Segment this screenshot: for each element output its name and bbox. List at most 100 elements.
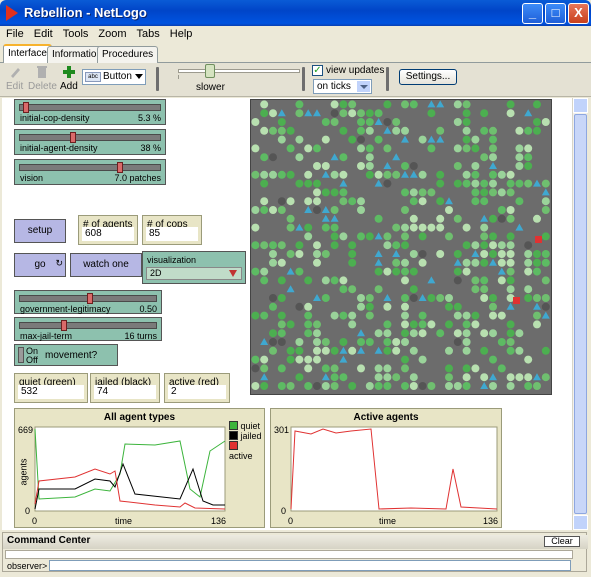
cop-agent: [286, 285, 295, 293]
quiet-agent: [445, 346, 453, 355]
jailed-agent: [269, 153, 277, 162]
quiet-agent: [277, 126, 286, 135]
cop-agent: [480, 214, 489, 222]
add-tool[interactable]: Add: [60, 65, 78, 92]
chooser-value: 2D: [146, 267, 242, 280]
quiet-agent: [462, 258, 471, 267]
quiet-agent: [462, 135, 471, 144]
quiet-agent: [330, 118, 339, 126]
scroll-down-button[interactable]: [573, 515, 588, 530]
monitor-value: 2: [168, 385, 226, 399]
slider-thumb[interactable]: [23, 102, 29, 113]
setup-button[interactable]: setup: [14, 219, 66, 243]
slider-thumb[interactable]: [87, 293, 93, 304]
widget-type-select[interactable]: abc Button: [82, 69, 146, 85]
tab-interface[interactable]: Interface: [3, 44, 52, 64]
plot-ymin: 0: [25, 506, 31, 516]
menu-tools[interactable]: Tools: [57, 26, 93, 40]
quiet-agent: [480, 329, 489, 338]
slider-initial-cop-density[interactable]: initial-cop-density 5.3 %: [14, 99, 166, 125]
slider-thumb[interactable]: [70, 132, 76, 143]
view-updates-checkbox[interactable]: ✓: [312, 65, 323, 76]
menu-file[interactable]: File: [0, 26, 28, 40]
quiet-agent: [533, 320, 541, 329]
quiet-agent: [409, 188, 418, 197]
quiet-agent: [541, 294, 550, 302]
switch-toggle[interactable]: [18, 347, 24, 363]
delete-tool[interactable]: Delete: [28, 65, 57, 92]
visualization-chooser[interactable]: visualization 2D: [142, 251, 246, 284]
quiet-agent: [374, 364, 383, 373]
cop-agent: [304, 109, 313, 117]
menu-tabs[interactable]: Tabs: [131, 26, 164, 40]
cop-agent: [277, 109, 286, 117]
tab-procedures[interactable]: Procedures: [97, 46, 159, 63]
speed-slider-thumb[interactable]: [205, 64, 215, 78]
quiet-agent: [374, 170, 383, 179]
quiet-agent: [533, 267, 541, 276]
slider-government-legitimacy[interactable]: government-legitimacy 0.50: [14, 290, 162, 314]
quiet-agent: [330, 206, 339, 214]
menu-help[interactable]: Help: [164, 26, 197, 40]
quiet-agent: [471, 276, 480, 285]
slider-initial-agent-density[interactable]: initial-agent-density 38 %: [14, 129, 166, 155]
observer-prompt[interactable]: observer>: [7, 561, 47, 571]
quiet-agent: [304, 382, 313, 390]
slider-max-jail-term[interactable]: max-jail-term 16 turns: [14, 317, 162, 341]
quiet-agent: [524, 373, 533, 382]
quiet-agent: [401, 241, 409, 250]
movement-switch[interactable]: On Off movement?: [14, 344, 118, 366]
quiet-agent: [506, 320, 515, 329]
maximize-button[interactable]: □: [545, 3, 566, 24]
quiet-agent: [409, 373, 418, 382]
quiet-agent: [524, 294, 533, 302]
slider-thumb[interactable]: [61, 320, 67, 331]
quiet-agent: [401, 188, 409, 197]
menu-edit[interactable]: Edit: [28, 26, 57, 40]
quiet-agent: [383, 100, 392, 109]
quiet-agent: [436, 179, 445, 188]
clear-button[interactable]: Clear: [544, 536, 580, 547]
quiet-agent: [365, 144, 374, 153]
menu-zoom[interactable]: Zoom: [92, 26, 130, 40]
watch-one-button[interactable]: watch one: [70, 253, 142, 277]
close-button[interactable]: X: [568, 3, 589, 24]
quiet-agent: [497, 188, 506, 197]
quiet-agent: [348, 135, 357, 144]
quiet-agent: [330, 311, 339, 320]
cop-agent: [383, 294, 392, 301]
quiet-agent: [506, 214, 515, 223]
world-view[interactable]: [250, 99, 552, 395]
quiet-agent: [339, 170, 348, 179]
minimize-button[interactable]: _: [522, 3, 543, 24]
cop-agent: [392, 250, 401, 257]
quiet-agent: [462, 311, 471, 320]
quiet-agent: [409, 382, 418, 390]
update-mode-select[interactable]: on ticks: [313, 79, 372, 94]
quiet-agent: [304, 320, 313, 329]
go-button[interactable]: go ↻: [14, 253, 66, 277]
vertical-scrollbar[interactable]: [572, 98, 588, 530]
command-input[interactable]: [49, 560, 571, 571]
quiet-agent: [286, 214, 295, 223]
menu-bar: File Edit Tools Zoom Tabs Help: [0, 26, 591, 44]
trash-icon: [37, 66, 48, 78]
slider-track: [19, 322, 157, 329]
slider-vision[interactable]: vision 7.0 patches: [14, 159, 166, 185]
quiet-agent: [304, 197, 313, 206]
quiet-agent: [374, 373, 383, 382]
slider-thumb[interactable]: [117, 162, 123, 173]
edit-tool[interactable]: Edit: [6, 65, 23, 92]
quiet-agent: [357, 144, 365, 153]
settings-button[interactable]: Settings...: [399, 69, 457, 85]
quiet-agent: [357, 364, 365, 373]
quiet-agent: [330, 188, 339, 197]
jailed-agent: [409, 162, 418, 170]
quiet-agent: [445, 206, 453, 214]
quiet-agent: [330, 364, 339, 373]
quiet-agent: [392, 126, 401, 135]
scroll-up-button[interactable]: [573, 98, 588, 113]
speed-slider[interactable]: [178, 69, 300, 73]
scroll-thumb[interactable]: [574, 114, 587, 514]
quiet-agent: [453, 311, 462, 320]
